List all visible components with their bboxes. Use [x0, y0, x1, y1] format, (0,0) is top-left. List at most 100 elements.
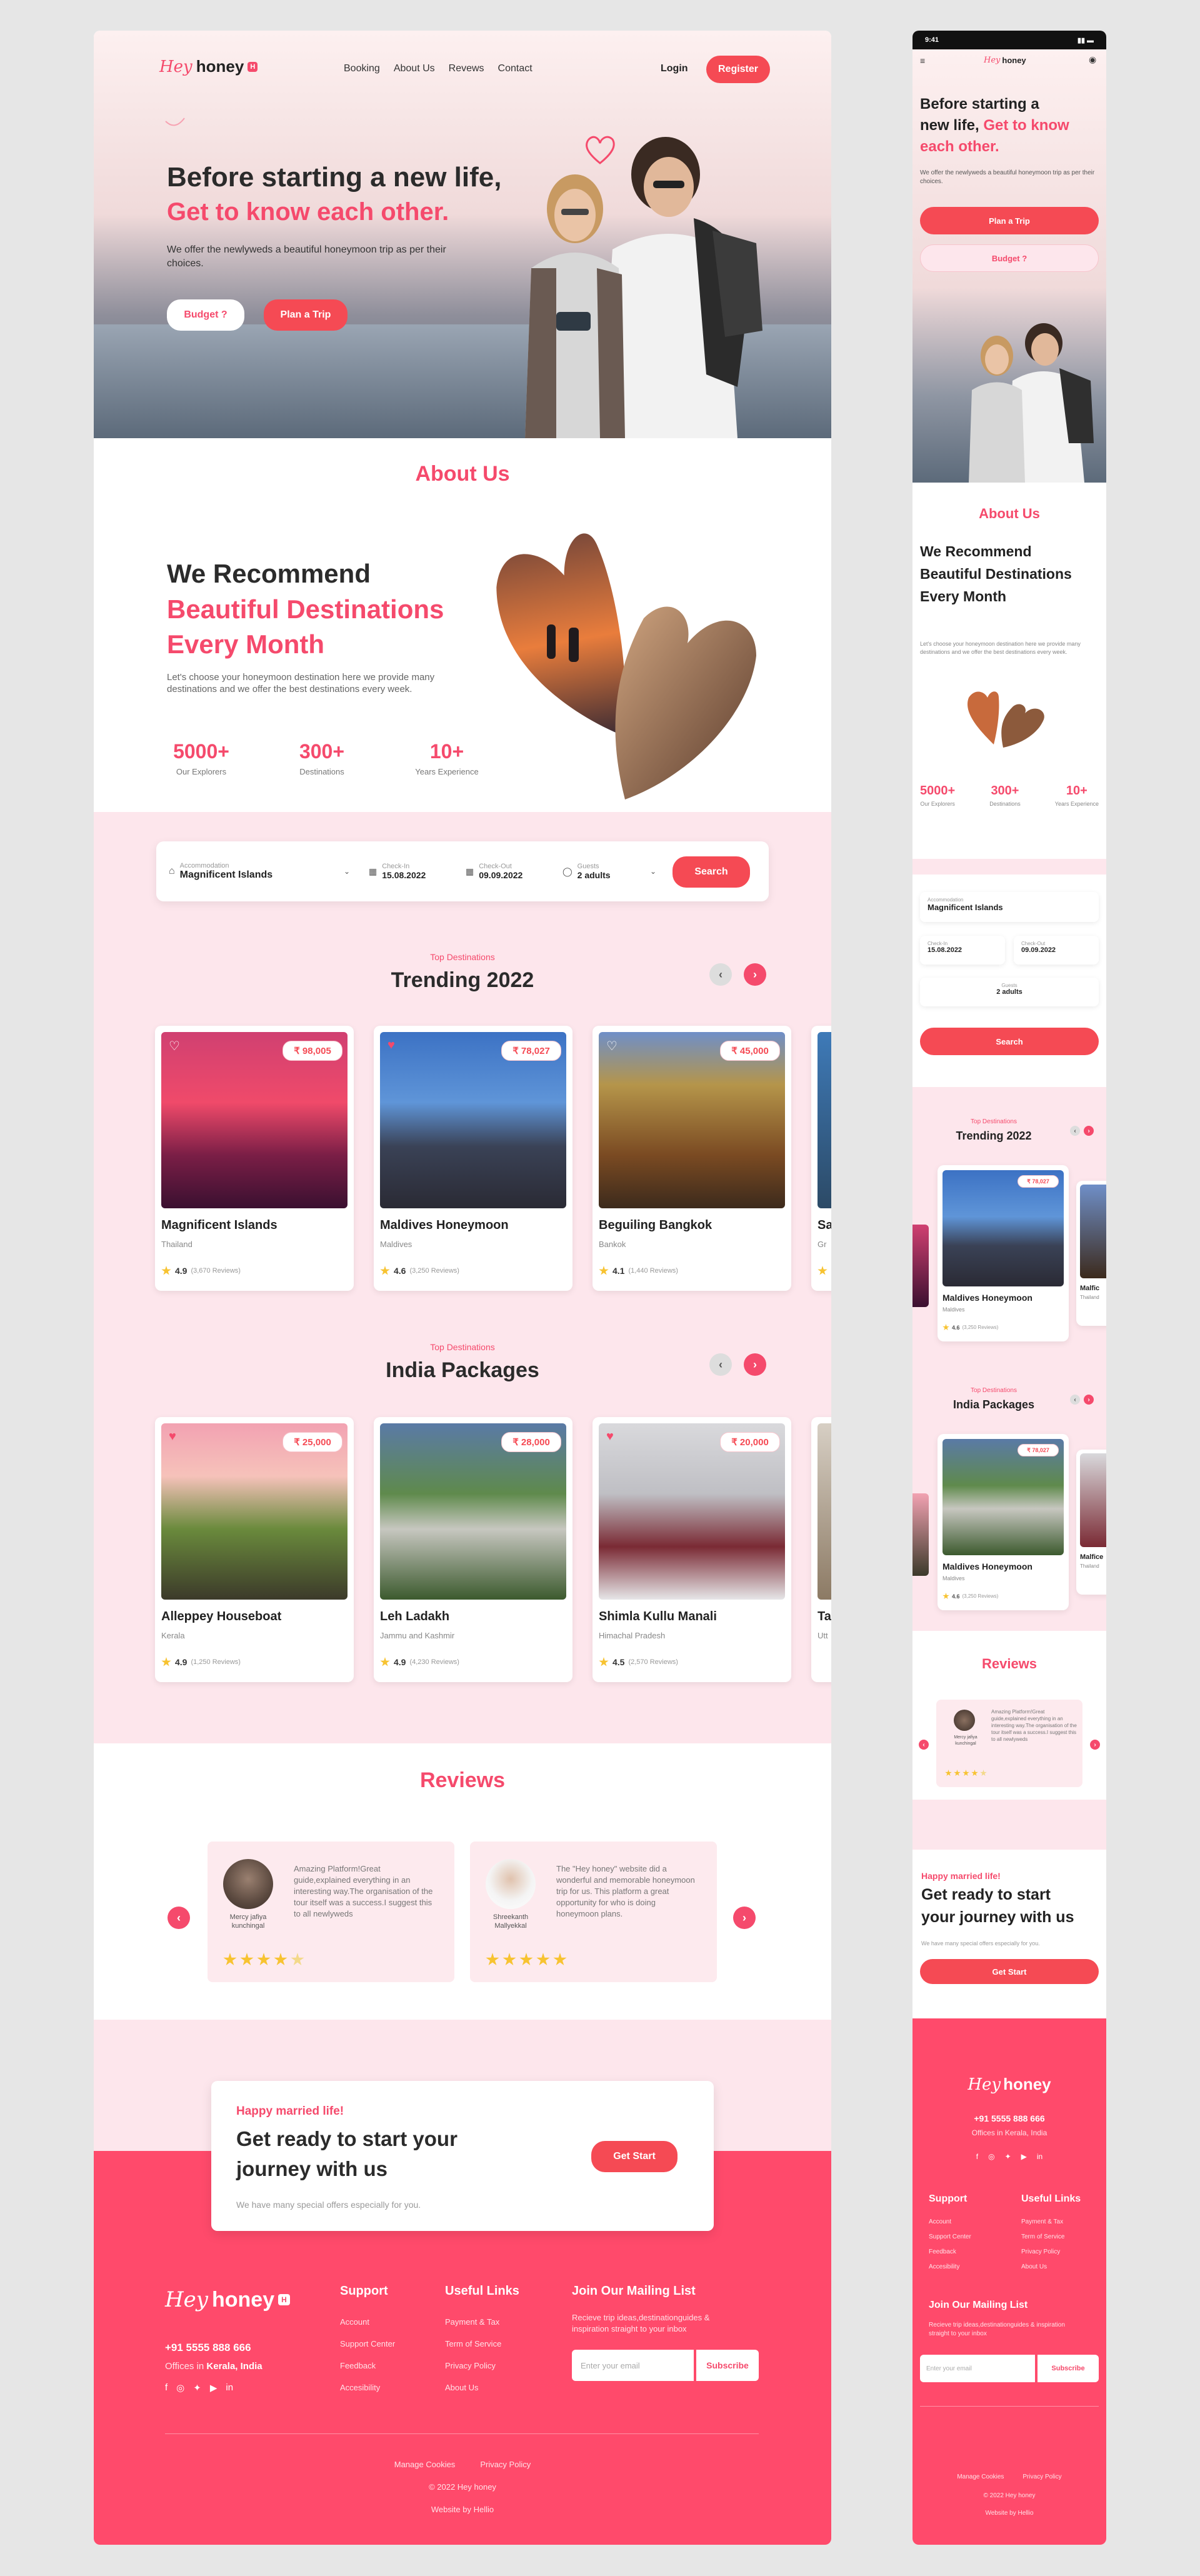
search-bar: ⌂ Accommodation Magnificent Islands ⌄ ▦ …: [156, 841, 769, 901]
manage-cookies-link[interactable]: Manage Cookies: [957, 2473, 1004, 2480]
support-link[interactable]: Account: [929, 2218, 951, 2225]
trending-card[interactable]: ₹ 78,027 ♥ Maldives Honeymoon Maldives 4…: [374, 1026, 572, 1291]
star-icon: [161, 1657, 171, 1666]
mobile-footer-logo[interactable]: Hey honey: [912, 2075, 1106, 2094]
nav-contact[interactable]: Contact: [498, 63, 532, 74]
india-next-button[interactable]: ›: [744, 1353, 766, 1376]
heart-icon[interactable]: ♥: [388, 1038, 395, 1053]
mobile-trending-card[interactable]: ₹ 78,027 Maldives Honeymoon Maldives 4.6…: [938, 1165, 1069, 1341]
support-link[interactable]: Account: [340, 2317, 369, 2327]
useful-link[interactable]: Term of Service: [1021, 2233, 1064, 2240]
useful-link[interactable]: About Us: [445, 2383, 478, 2392]
useful-link[interactable]: About Us: [1021, 2263, 1047, 2270]
support-link[interactable]: Support Center: [340, 2339, 395, 2348]
trending-card-partial[interactable]: Sa Gr: [811, 1026, 831, 1291]
mobile-trending-prev[interactable]: ‹: [1070, 1126, 1080, 1136]
useful-link[interactable]: Privacy Policy: [1021, 2248, 1060, 2255]
search-button[interactable]: Search: [672, 856, 750, 888]
instagram-icon[interactable]: ◎: [176, 2382, 184, 2393]
youtube-icon[interactable]: ▶: [1021, 2152, 1027, 2161]
support-link[interactable]: Feedback: [340, 2361, 376, 2370]
mobile-email-input[interactable]: Enter your email: [920, 2355, 1035, 2382]
nav-reviews[interactable]: Revews: [449, 63, 484, 74]
mobile-trending-card-peek[interactable]: Malfic Thailand: [1076, 1181, 1106, 1326]
mobile-logo[interactable]: Hey honey: [984, 56, 1026, 65]
subscribe-button[interactable]: Subscribe: [696, 2350, 759, 2381]
support-link[interactable]: Accesibility: [340, 2383, 380, 2392]
reviewer-name: Mercy jafiya kunchingal: [954, 1735, 978, 1746]
mobile-budget-button[interactable]: Budget ?: [920, 244, 1099, 272]
mobile-review-card: Mercy jafiya kunchingal Amazing Platform…: [936, 1700, 1082, 1787]
heart-icon[interactable]: ♡: [606, 1038, 618, 1054]
facebook-icon[interactable]: f: [165, 2382, 168, 2393]
useful-link[interactable]: Term of Service: [445, 2339, 501, 2348]
mobile-india-next[interactable]: ›: [1084, 1395, 1094, 1405]
india-prev-button[interactable]: ‹: [709, 1353, 732, 1376]
mobile-subscribe-button[interactable]: Subscribe: [1038, 2355, 1099, 2382]
register-button[interactable]: Register: [706, 56, 770, 83]
guests-select[interactable]: ◯ Guests 2 adults ⌄: [562, 856, 656, 886]
mobile-plan-button[interactable]: Plan a Trip: [920, 207, 1099, 234]
trending-next-button[interactable]: ›: [744, 963, 766, 986]
hero-section: Hey honey H Booking About Us Revews Cont…: [94, 31, 831, 438]
privacy-policy-link[interactable]: Privacy Policy: [1022, 2473, 1061, 2480]
useful-link[interactable]: Payment & Tax: [1021, 2218, 1063, 2225]
mobile-checkout[interactable]: Check-Out 09.09.2022: [1014, 936, 1099, 965]
checkin-field[interactable]: ▦ Check-In 15.08.2022: [369, 856, 456, 886]
linkedin-icon[interactable]: in: [226, 2382, 233, 2393]
useful-link[interactable]: Privacy Policy: [445, 2361, 496, 2370]
nav-about[interactable]: About Us: [394, 63, 435, 74]
heart-icon[interactable]: ♥: [169, 1430, 176, 1444]
support-link[interactable]: Feedback: [929, 2248, 956, 2255]
mobile-guests[interactable]: Guests 2 adults: [920, 978, 1099, 1006]
mobile-india-card-peek[interactable]: Malfice Thailand: [1076, 1450, 1106, 1595]
manage-cookies-link[interactable]: Manage Cookies: [394, 2460, 456, 2469]
menu-icon[interactable]: ≡: [920, 56, 925, 66]
stat-label: Destinations: [989, 801, 1021, 807]
linkedin-icon[interactable]: in: [1037, 2152, 1042, 2161]
trending-prev-button[interactable]: ‹: [709, 963, 732, 986]
mobile-india-prev[interactable]: ‹: [1070, 1395, 1080, 1405]
heart-icon[interactable]: ♥: [606, 1430, 614, 1444]
mobile-reviews-prev[interactable]: ‹: [919, 1740, 929, 1750]
mobile-india-card[interactable]: ₹ 78,027 Maldives Honeymoon Maldives 4.6…: [938, 1434, 1069, 1610]
footer-logo[interactable]: Hey honey H: [165, 2287, 290, 2312]
india-card[interactable]: ₹ 25,000 ♥ Alleppey Houseboat Kerala 4.9…: [155, 1417, 354, 1682]
mobile-checkin[interactable]: Check-In 15.08.2022: [920, 936, 1005, 965]
mobile-footer-divider: [920, 2406, 1099, 2407]
profile-icon[interactable]: ◉: [1089, 54, 1096, 65]
privacy-policy-link[interactable]: Privacy Policy: [480, 2460, 531, 2469]
support-link[interactable]: Accesibility: [929, 2263, 959, 2270]
checkout-field[interactable]: ▦ Check-Out 09.09.2022: [466, 856, 553, 886]
support-link[interactable]: Support Center: [929, 2233, 971, 2240]
mobile-search-button[interactable]: Search: [920, 1028, 1099, 1055]
accommodation-select[interactable]: ⌂ Accommodation Magnificent Islands ⌄: [169, 856, 350, 886]
india-card[interactable]: ₹ 20,000 ♥ Shimla Kullu Manali Himachal …: [592, 1417, 791, 1682]
plan-trip-button[interactable]: Plan a Trip: [264, 299, 348, 331]
mobile-trending-next[interactable]: ›: [1084, 1126, 1094, 1136]
reviews-next-button[interactable]: ›: [733, 1907, 756, 1929]
mobile-accommodation-select[interactable]: Accommodation Magnificent Islands: [920, 892, 1099, 922]
mobile-reviews-next[interactable]: ›: [1090, 1740, 1100, 1750]
india-card[interactable]: ₹ 28,000 Leh Ladakh Jammu and Kashmir 4.…: [374, 1417, 572, 1682]
twitter-icon[interactable]: ✦: [1005, 2152, 1011, 2161]
nav-booking[interactable]: Booking: [344, 63, 380, 74]
heart-icon[interactable]: ♡: [169, 1038, 180, 1054]
useful-link[interactable]: Payment & Tax: [445, 2317, 499, 2327]
facebook-icon[interactable]: f: [976, 2152, 978, 2161]
trending-card[interactable]: ₹ 98,005 ♡ Magnificent Islands Thailand …: [155, 1026, 354, 1291]
reviews-prev-button[interactable]: ‹: [168, 1907, 190, 1929]
mobile-get-start-button[interactable]: Get Start: [920, 1959, 1099, 1984]
instagram-icon[interactable]: ◎: [988, 2152, 994, 2161]
youtube-icon[interactable]: ▶: [210, 2382, 218, 2393]
get-start-button[interactable]: Get Start: [591, 2141, 678, 2172]
twitter-icon[interactable]: ✦: [193, 2382, 201, 2393]
logo[interactable]: Hey honey H: [159, 57, 258, 76]
login-link[interactable]: Login: [661, 63, 688, 74]
email-input[interactable]: Enter your email: [572, 2350, 694, 2381]
budget-button[interactable]: Budget ?: [167, 299, 244, 331]
india-card-partial[interactable]: Ta Utt: [811, 1417, 831, 1682]
trending-eyebrow: Top Destinations: [430, 952, 495, 962]
trending-card[interactable]: ₹ 45,000 ♡ Beguiling Bangkok Bankok 4.1 …: [592, 1026, 791, 1291]
review-count: (1,440 Reviews): [628, 1267, 678, 1275]
